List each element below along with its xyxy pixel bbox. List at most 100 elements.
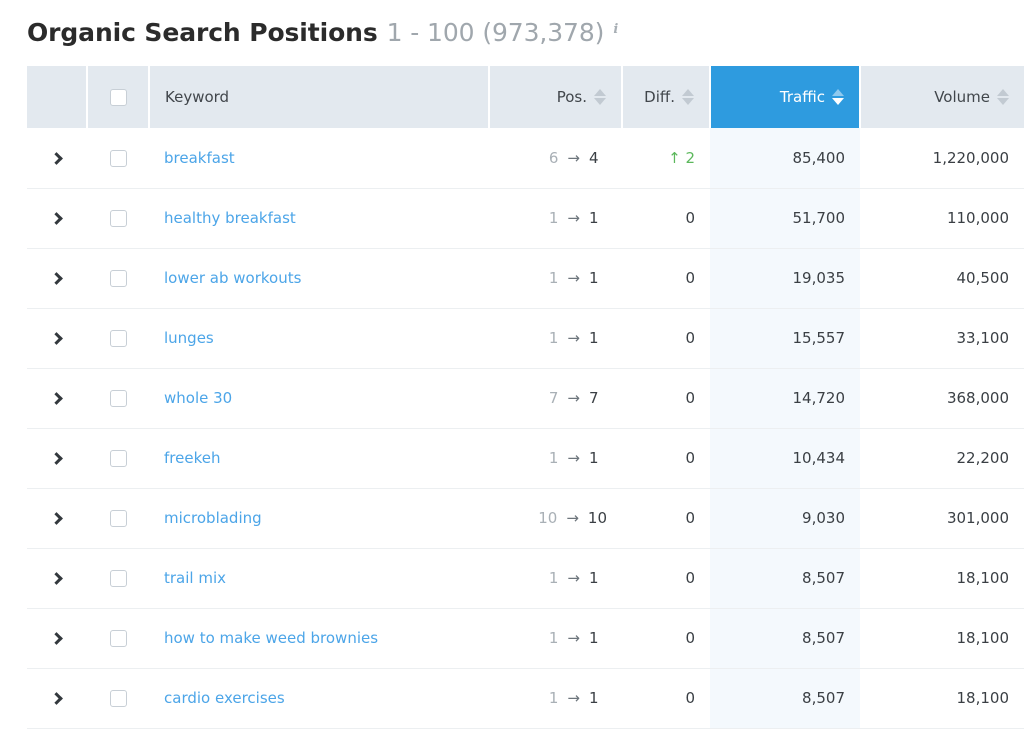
position-arrow-icon: →: [567, 389, 580, 407]
diff-cell: 0: [622, 488, 710, 548]
row-checkbox[interactable]: [110, 630, 127, 647]
diff-value: 0: [685, 509, 695, 527]
row-select-cell[interactable]: [87, 548, 149, 608]
sort-arrows-icon-active[interactable]: [832, 89, 844, 105]
table-row[interactable]: microblading10→1009,030301,000: [27, 488, 1024, 548]
diff-value: 0: [685, 269, 695, 287]
row-expander-cell[interactable]: [27, 308, 87, 368]
position-arrow-icon: →: [567, 689, 580, 707]
position-cell: 7→7: [489, 368, 622, 428]
chevron-right-icon[interactable]: [50, 272, 63, 285]
chevron-right-icon[interactable]: [50, 512, 63, 525]
row-expander-cell[interactable]: [27, 488, 87, 548]
keyword-link[interactable]: cardio exercises: [164, 689, 285, 707]
chevron-right-icon[interactable]: [50, 632, 63, 645]
keyword-cell: trail mix: [149, 548, 489, 608]
info-icon[interactable]: i: [613, 22, 618, 37]
volume-cell: 18,100: [860, 548, 1024, 608]
table-row[interactable]: breakfast6→4↑ 285,4001,220,000: [27, 128, 1024, 188]
diff-value: 0: [685, 569, 695, 587]
traffic-cell: 51,700: [710, 188, 860, 248]
traffic-cell: 9,030: [710, 488, 860, 548]
row-checkbox[interactable]: [110, 510, 127, 527]
row-select-cell[interactable]: [87, 188, 149, 248]
chevron-right-icon[interactable]: [50, 392, 63, 405]
chevron-right-icon[interactable]: [50, 572, 63, 585]
diff-value: 0: [685, 389, 695, 407]
position-previous: 1: [540, 269, 558, 287]
row-checkbox[interactable]: [110, 270, 127, 287]
row-select-cell[interactable]: [87, 488, 149, 548]
row-select-cell[interactable]: [87, 248, 149, 308]
table-row[interactable]: lunges1→1015,55733,100: [27, 308, 1024, 368]
row-checkbox[interactable]: [110, 330, 127, 347]
row-expander-cell[interactable]: [27, 668, 87, 728]
row-select-cell[interactable]: [87, 608, 149, 668]
row-select-cell[interactable]: [87, 308, 149, 368]
row-checkbox[interactable]: [110, 210, 127, 227]
position-cell: 1→1: [489, 188, 622, 248]
row-checkbox[interactable]: [110, 150, 127, 167]
column-header-diff[interactable]: Diff.: [622, 66, 710, 128]
traffic-cell: 8,507: [710, 668, 860, 728]
keyword-link[interactable]: how to make weed brownies: [164, 629, 378, 647]
volume-cell: 110,000: [860, 188, 1024, 248]
column-header-position[interactable]: Pos.: [489, 66, 622, 128]
row-expander-cell[interactable]: [27, 428, 87, 488]
chevron-right-icon[interactable]: [50, 692, 63, 705]
position-arrow-icon: →: [567, 569, 580, 587]
keyword-link[interactable]: trail mix: [164, 569, 226, 587]
page-title-range: 1 - 100 (973,378): [387, 18, 605, 47]
keyword-link[interactable]: freekeh: [164, 449, 220, 467]
column-header-traffic[interactable]: Traffic: [710, 66, 860, 128]
keyword-link[interactable]: healthy breakfast: [164, 209, 296, 227]
row-checkbox[interactable]: [110, 690, 127, 707]
chevron-right-icon[interactable]: [50, 212, 63, 225]
header-select-all-cell[interactable]: [87, 66, 149, 128]
row-expander-cell[interactable]: [27, 548, 87, 608]
row-expander-cell[interactable]: [27, 188, 87, 248]
volume-cell: 1,220,000: [860, 128, 1024, 188]
sort-arrows-icon[interactable]: [682, 89, 694, 105]
row-select-cell[interactable]: [87, 428, 149, 488]
row-select-cell[interactable]: [87, 668, 149, 728]
volume-cell: 301,000: [860, 488, 1024, 548]
row-expander-cell[interactable]: [27, 128, 87, 188]
diff-cell: 0: [622, 608, 710, 668]
position-cell: 6→4: [489, 128, 622, 188]
chevron-right-icon[interactable]: [50, 332, 63, 345]
keyword-link[interactable]: lunges: [164, 329, 214, 347]
chevron-right-icon[interactable]: [50, 452, 63, 465]
position-current: 1: [589, 329, 607, 347]
row-checkbox[interactable]: [110, 390, 127, 407]
position-current: 1: [589, 569, 607, 587]
table-row[interactable]: trail mix1→108,50718,100: [27, 548, 1024, 608]
select-all-checkbox[interactable]: [110, 89, 127, 106]
sort-arrows-icon[interactable]: [594, 89, 606, 105]
keyword-link[interactable]: breakfast: [164, 149, 235, 167]
table-row[interactable]: whole 307→7014,720368,000: [27, 368, 1024, 428]
table-row[interactable]: lower ab workouts1→1019,03540,500: [27, 248, 1024, 308]
sort-arrows-icon[interactable]: [997, 89, 1009, 105]
row-expander-cell[interactable]: [27, 608, 87, 668]
chevron-right-icon[interactable]: [50, 152, 63, 165]
row-expander-cell[interactable]: [27, 248, 87, 308]
table-row[interactable]: how to make weed brownies1→108,50718,100: [27, 608, 1024, 668]
traffic-cell: 85,400: [710, 128, 860, 188]
header-expander-col: [27, 66, 87, 128]
keyword-link[interactable]: whole 30: [164, 389, 232, 407]
position-current: 10: [588, 509, 607, 527]
table-row[interactable]: cardio exercises1→108,50718,100: [27, 668, 1024, 728]
keyword-link[interactable]: lower ab workouts: [164, 269, 301, 287]
row-select-cell[interactable]: [87, 368, 149, 428]
table-row[interactable]: freekeh1→1010,43422,200: [27, 428, 1024, 488]
row-checkbox[interactable]: [110, 570, 127, 587]
keyword-link[interactable]: microblading: [164, 509, 262, 527]
table-row[interactable]: healthy breakfast1→1051,700110,000: [27, 188, 1024, 248]
row-select-cell[interactable]: [87, 128, 149, 188]
row-expander-cell[interactable]: [27, 368, 87, 428]
column-header-volume[interactable]: Volume: [860, 66, 1024, 128]
page-header: Organic Search Positions 1 - 100 (973,37…: [0, 0, 1024, 66]
column-header-keyword[interactable]: Keyword: [149, 66, 489, 128]
row-checkbox[interactable]: [110, 450, 127, 467]
